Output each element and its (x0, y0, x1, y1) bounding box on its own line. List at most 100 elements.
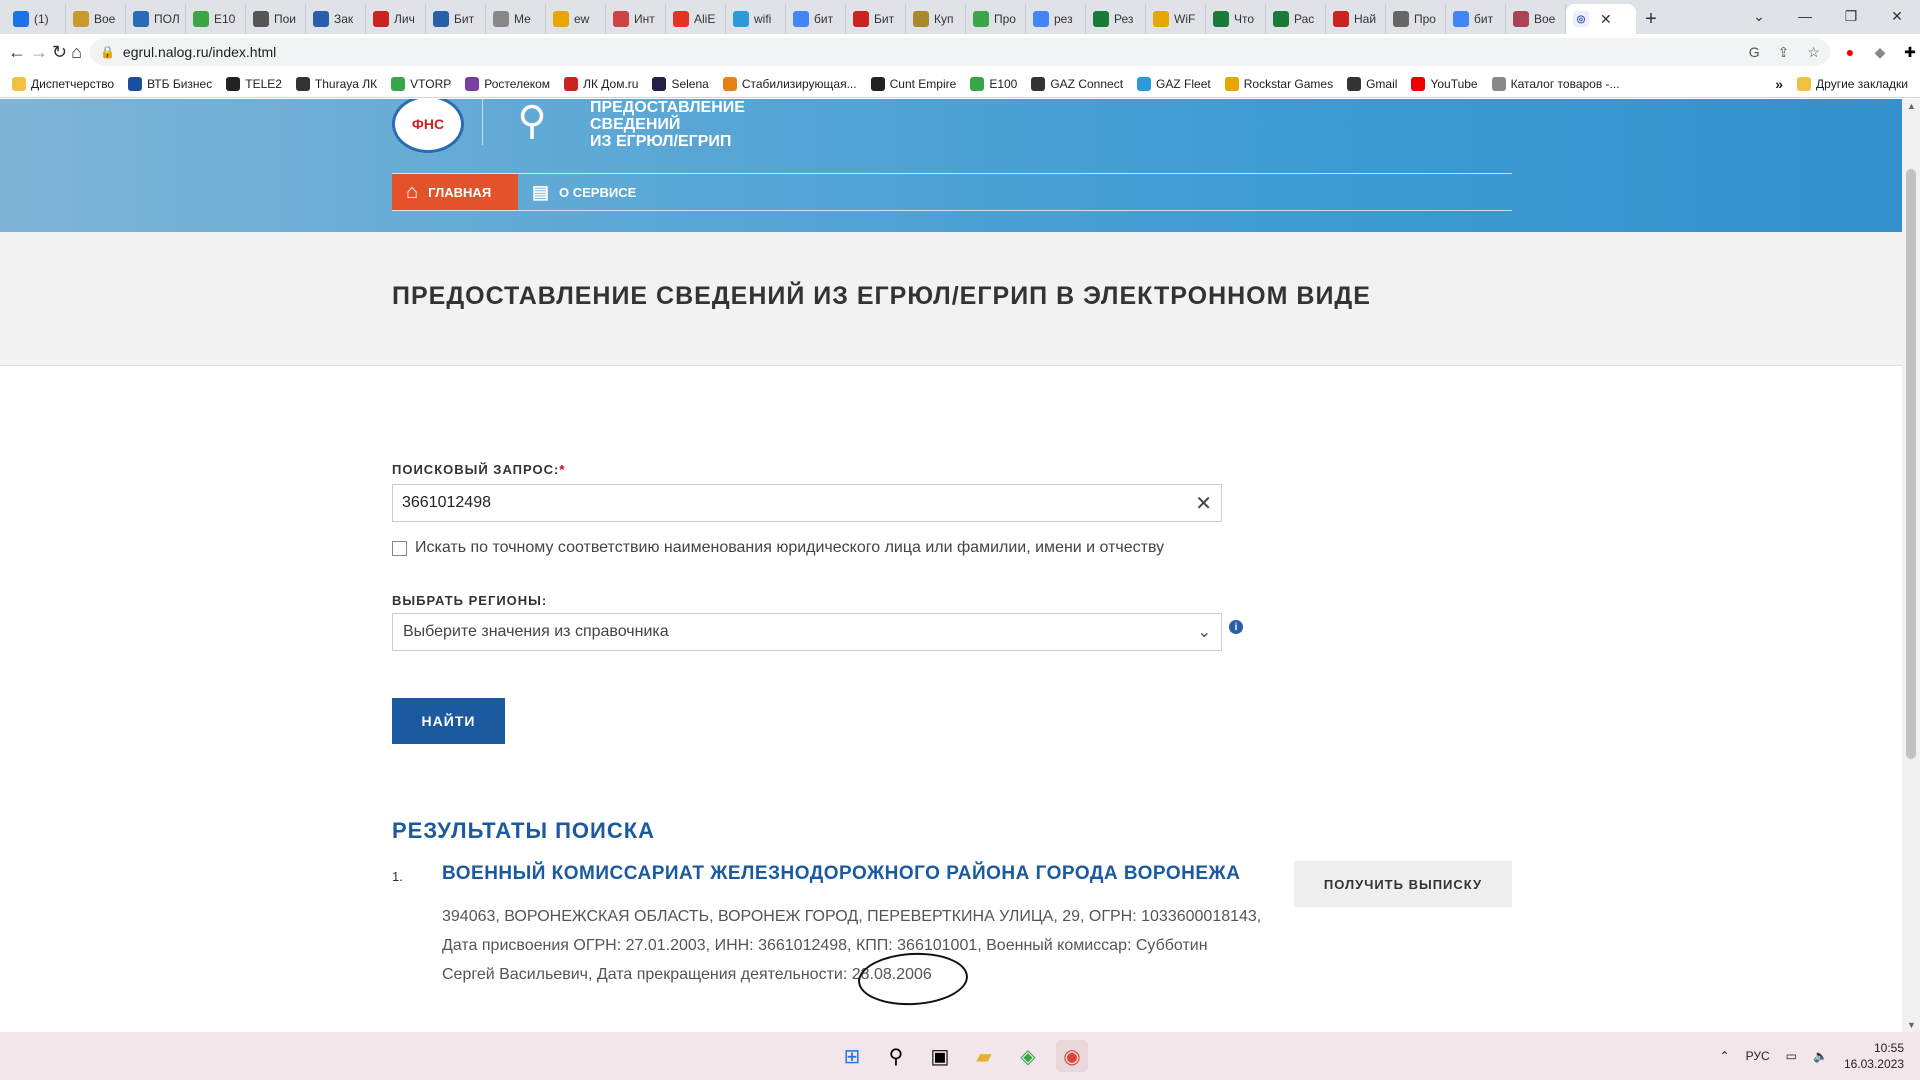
tab-item[interactable]: Рез (1086, 4, 1146, 34)
home-button[interactable]: ⌂ (71, 37, 82, 67)
tab-item[interactable]: E10 (186, 4, 246, 34)
info-icon[interactable]: i (1229, 620, 1243, 634)
bookmark-item[interactable]: GAZ Fleet (1137, 76, 1211, 91)
tab-label: Инт (634, 12, 655, 26)
forward-button[interactable]: → (30, 37, 48, 67)
bookmark-item[interactable]: TELE2 (226, 76, 282, 91)
tab-item[interactable]: wifi (726, 4, 786, 34)
bookmark-favicon-icon (12, 76, 26, 91)
browser-tab-strip: (1) Вое ПОЛ E10 Пои Зак Лич Бит Ме ew Инт AliE wifi б… (0, 0, 1920, 34)
network-icon[interactable]: ▭ (1786, 1049, 1797, 1063)
chrome-icon[interactable]: ◉ (1056, 1040, 1088, 1072)
service-title[interactable]: ПРЕДОСТАВЛЕНИЕ СВЕДЕНИЙ ИЗ ЕГРЮЛ/ЕГРИП (590, 99, 790, 150)
opera-icon[interactable]: ● (1842, 44, 1858, 60)
volume-icon[interactable]: 🔈 (1813, 1049, 1828, 1063)
search-input[interactable]: 3661012498 ✕ (392, 484, 1222, 522)
tab-item[interactable]: (1) (6, 4, 66, 34)
tray-overflow-icon[interactable]: ⌃ (1720, 1049, 1730, 1063)
regions-label: ВЫБРАТЬ РЕГИОНЫ: (392, 593, 548, 608)
tab-item[interactable]: Най (1326, 4, 1386, 34)
tab-item[interactable]: бит (1446, 4, 1506, 34)
bookmark-item[interactable]: YouTube (1411, 76, 1478, 91)
page-scrollbar[interactable]: ▲ ▼ (1902, 99, 1920, 1032)
tab-active[interactable]: ◎ ✕ (1566, 4, 1636, 34)
restore-button[interactable]: ❐ (1828, 0, 1874, 32)
language-indicator[interactable]: РУС (1746, 1049, 1770, 1063)
clock[interactable]: 10:55 16.03.2023 (1844, 1040, 1904, 1072)
tab-item[interactable]: бит (786, 4, 846, 34)
tab-item[interactable]: ПОЛ (126, 4, 186, 34)
get-extract-button[interactable]: ПОЛУЧИТЬ ВЫПИСКУ (1294, 861, 1512, 907)
tab-item[interactable]: AliE (666, 4, 726, 34)
clear-icon[interactable]: ✕ (1195, 491, 1212, 516)
tab-search-icon[interactable]: ⌄ (1736, 0, 1782, 32)
tab-item[interactable]: Бит (426, 4, 486, 34)
bookmark-item[interactable]: ВТБ Бизнес (128, 76, 212, 91)
bookmark-item[interactable]: Rockstar Games (1224, 76, 1333, 91)
app-icon[interactable]: ◈ (1012, 1040, 1044, 1072)
bookmark-item[interactable]: Стабилизирующая... (722, 76, 857, 91)
extensions-icon[interactable]: ✚ (1902, 44, 1918, 60)
minimize-button[interactable]: — (1782, 0, 1828, 32)
regions-select[interactable]: Выберите значения из справочника ⌄ (392, 613, 1222, 651)
result-name-link[interactable]: ВОЕННЫЙ КОМИССАРИАТ ЖЕЛЕЗНОДОРОЖНОГО РАЙ… (442, 863, 1240, 885)
shield-icon (373, 11, 389, 27)
nav-home-link[interactable]: ⌂ ГЛАВНАЯ (392, 174, 518, 210)
shield-extension-icon[interactable]: ◆ (1872, 44, 1888, 60)
bookmark-item[interactable]: Thuraya ЛК (295, 76, 377, 91)
address-bar[interactable]: 🔒 egrul.nalog.ru/index.html G ⇪ ☆ (89, 38, 1830, 66)
nav-about-link[interactable]: ▤ О СЕРВИСЕ (518, 174, 636, 210)
document-icon: ▤ (532, 181, 550, 202)
bookmarks-overflow-icon[interactable]: » (1775, 76, 1783, 92)
tab-item[interactable]: Вое (1506, 4, 1566, 34)
bookmark-item[interactable]: Ростелеком (465, 76, 550, 91)
shop-icon (913, 11, 929, 27)
google-lens-icon[interactable]: G (1749, 44, 1760, 61)
tab-item[interactable]: Ме (486, 4, 546, 34)
tab-item[interactable]: Вое (66, 4, 126, 34)
bookmark-item[interactable]: Gmail (1347, 76, 1397, 91)
bookmark-label: GAZ Fleet (1156, 76, 1211, 91)
tab-item[interactable]: Зак (306, 4, 366, 34)
bookmark-item[interactable]: Диспетчерство (12, 76, 114, 91)
bookmark-item[interactable]: ЛК Дом.ru (564, 76, 638, 91)
share-icon[interactable]: ⇪ (1778, 44, 1790, 61)
tab-item[interactable]: Рас (1266, 4, 1326, 34)
reload-button[interactable]: ↻ (52, 37, 67, 67)
search-icon[interactable]: ⚲ (880, 1040, 912, 1072)
tab-item[interactable]: Инт (606, 4, 666, 34)
bookmark-star-icon[interactable]: ☆ (1807, 44, 1820, 61)
find-button[interactable]: НАЙТИ (392, 698, 505, 744)
bookmark-item[interactable]: VTORP (391, 76, 451, 91)
tab-item[interactable]: Бит (846, 4, 906, 34)
exact-match-option[interactable]: Искать по точному соответствию наименова… (392, 539, 1164, 557)
tab-item[interactable]: Про (1386, 4, 1446, 34)
scroll-down-icon[interactable]: ▼ (1907, 1020, 1916, 1030)
tab-item[interactable]: Про (966, 4, 1026, 34)
bookmark-item[interactable]: Selena (652, 76, 709, 91)
tab-item[interactable]: Лич (366, 4, 426, 34)
tab-close-icon[interactable]: ✕ (1600, 11, 1612, 28)
bookmark-item[interactable]: GAZ Connect (1031, 76, 1123, 91)
other-bookmarks[interactable]: Другие закладки (1797, 76, 1908, 91)
tab-item[interactable]: Пои (246, 4, 306, 34)
close-window-button[interactable]: ✕ (1874, 0, 1920, 32)
tab-item[interactable]: ew (546, 4, 606, 34)
tab-item[interactable]: рез (1026, 4, 1086, 34)
tab-item[interactable]: Куп (906, 4, 966, 34)
new-tab-button[interactable]: + (1636, 4, 1666, 34)
task-view-icon[interactable]: ▣ (924, 1040, 956, 1072)
tab-item[interactable]: WiF (1146, 4, 1206, 34)
home-icon: ⌂ (406, 180, 419, 203)
exact-match-checkbox[interactable] (392, 540, 407, 556)
scrollbar-thumb[interactable] (1906, 169, 1916, 759)
bookmark-item[interactable]: Cunt Empire (870, 76, 956, 91)
bookmark-item[interactable]: Каталог товаров -... (1491, 76, 1620, 91)
file-explorer-icon[interactable]: ▰ (968, 1040, 1000, 1072)
back-button[interactable]: ← (8, 37, 26, 67)
start-icon[interactable]: ⊞ (836, 1040, 868, 1072)
tab-item[interactable]: Что (1206, 4, 1266, 34)
fns-emblem-logo[interactable]: ФНС (392, 99, 464, 153)
scroll-up-icon[interactable]: ▲ (1907, 101, 1916, 111)
bookmark-item[interactable]: E100 (970, 76, 1017, 91)
